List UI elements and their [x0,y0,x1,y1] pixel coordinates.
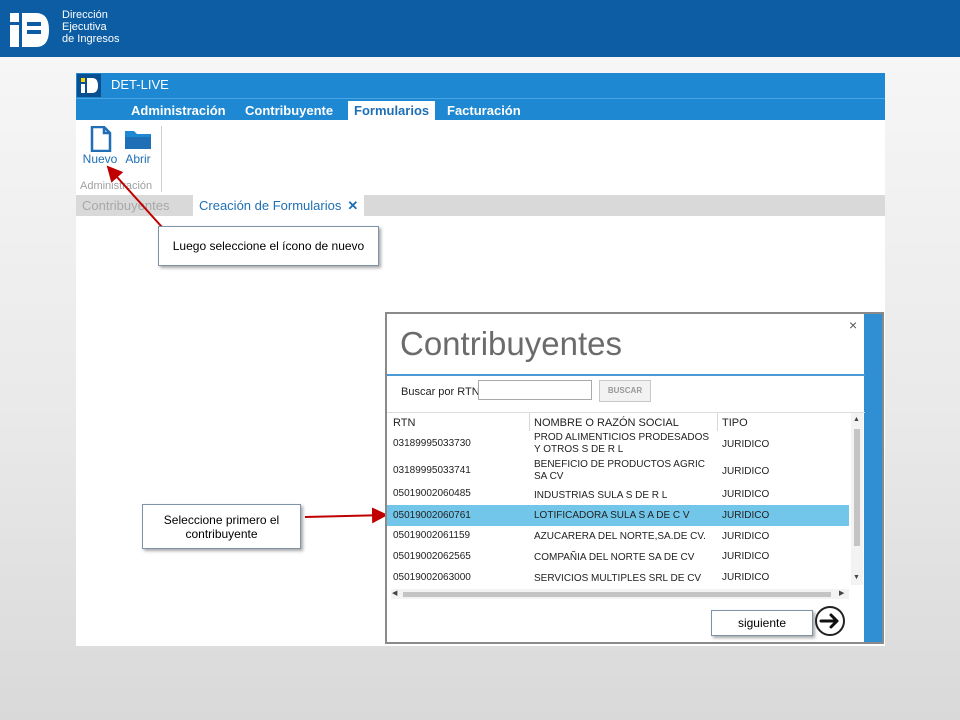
cell-rtn: 03189995033730 [393,438,471,449]
column-header-type: TIPO [722,417,748,429]
cell-name: LOTIFICADORA SULA S A DE C V [534,510,690,521]
cell-rtn: 03189995033741 [393,465,471,476]
cell-rtn: 05019002060761 [393,510,471,521]
cell-rtn: 05019002060485 [393,488,471,499]
table-row-selected[interactable]: 05019002060761 LOTIFICADORA SULA S A DE … [387,505,849,526]
search-button[interactable]: BUSCAR [599,380,651,402]
column-divider [529,413,530,431]
cell-name: PROD ALIMENTICIOS PRODESADOS Y OTROS S D… [534,432,710,455]
search-label: Buscar por RTN [401,386,480,398]
dialog-divider [387,374,865,376]
horizontal-scroll-thumb[interactable] [403,592,831,597]
vertical-scrollbar[interactable]: ▲ ▼ [851,413,863,585]
table-row[interactable]: 05019002061159 AZUCARERA DEL NORTE,SA.DE… [387,526,849,547]
taxpayer-table: RTN NOMBRE O RAZÓN SOCIAL TIPO 031899950… [387,412,865,603]
scroll-left-arrow-icon[interactable]: ◀ [392,589,397,597]
cell-type: JURIDICO [722,439,770,450]
cell-type: JURIDICO [722,531,770,542]
callout-select-taxpayer: Seleccione primero el contribuyente [142,504,301,549]
vertical-scroll-thumb[interactable] [854,429,860,546]
scroll-right-arrow-icon[interactable]: ▶ [839,589,844,597]
arrow-to-selected-row [304,507,388,524]
cell-name: SERVICIOS MULTIPLES SRL DE CV [534,573,702,584]
cell-name: INDUSTRIAS SULA S DE R L [534,490,668,501]
table-row[interactable]: 03189995033741 BENEFICIO DE PRODUCTOS AG… [387,458,849,485]
scroll-up-arrow-icon[interactable]: ▲ [853,416,860,423]
rtn-search-input[interactable] [478,380,592,400]
cell-name: BENEFICIO DE PRODUCTOS AGRIC SA CV [534,459,705,482]
cell-type: JURIDICO [722,510,770,521]
arrow-right-circle-icon[interactable] [814,605,846,637]
cell-type: JURIDICO [722,551,770,562]
cell-type: JURIDICO [722,572,770,583]
column-header-name: NOMBRE O RAZÓN SOCIAL [534,417,679,429]
cell-type: JURIDICO [722,466,770,477]
dialog-title: Contribuyentes [400,325,622,362]
dialog-side-bar [864,314,882,642]
cell-rtn: 05019002062565 [393,551,471,562]
callout-new-icon: Luego seleccione el ícono de nuevo [158,226,379,266]
column-divider [717,413,718,431]
cell-name: AZUCARERA DEL NORTE,SA.DE CV. [534,531,706,542]
column-header-rtn: RTN [393,417,416,429]
cell-name: COMPAÑIA DEL NORTE SA DE CV [534,552,695,563]
table-row[interactable]: 05019002063000 SERVICIOS MULTIPLES SRL D… [387,568,849,588]
table-row[interactable]: 05019002062565 COMPAÑIA DEL NORTE SA DE … [387,547,849,568]
cell-rtn: 05019002063000 [393,572,471,583]
horizontal-scrollbar[interactable]: ◀ ▶ [391,589,849,599]
taxpayer-dialog: × Contribuyentes Buscar por RTN BUSCAR R… [385,312,884,644]
cell-type: JURIDICO [722,489,770,500]
cell-rtn: 05019002061159 [393,530,471,541]
table-row[interactable]: 05019002060485 INDUSTRIAS SULA S DE R L … [387,485,849,505]
close-dialog-icon[interactable]: × [849,317,857,333]
table-row[interactable]: 03189995033730 PROD ALIMENTICIOS PRODESA… [387,431,849,458]
table-header: RTN NOMBRE O RAZÓN SOCIAL TIPO [387,413,849,431]
next-button[interactable]: siguiente [711,610,813,636]
scroll-down-arrow-icon[interactable]: ▼ [853,574,860,581]
